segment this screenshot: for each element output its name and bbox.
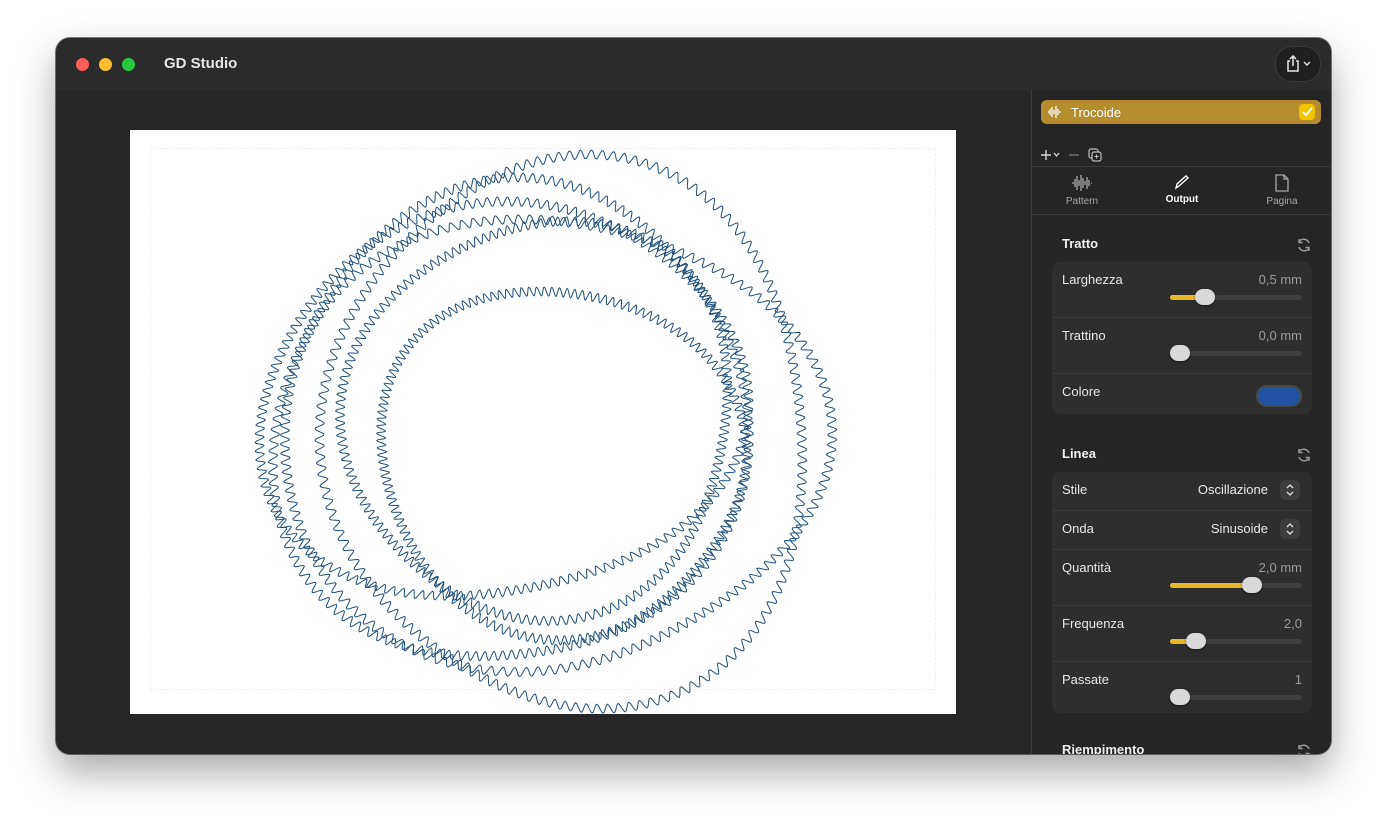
frequenza-slider[interactable] (1170, 633, 1302, 649)
reset-icon[interactable] (1296, 447, 1312, 463)
stile-select-value[interactable]: Oscillazione (1198, 482, 1268, 497)
larghezza-label: Larghezza (1062, 272, 1123, 287)
trochoid-drawing (254, 149, 838, 714)
stile-label: Stile (1062, 482, 1088, 497)
layer-visible-checkbox[interactable] (1299, 104, 1315, 120)
linea-group: Stile Oscillazione Onda Sinusoide Quanti… (1052, 472, 1312, 713)
divider (1032, 214, 1331, 215)
stile-popup-button[interactable] (1280, 480, 1300, 500)
trattino-label: Trattino (1062, 328, 1106, 343)
row-passate: Passate 1 (1052, 662, 1312, 717)
zoom-window-button[interactable] (122, 58, 135, 71)
inspector-sidebar: Trocoide Pattern Output Pagina Tratto La… (1031, 90, 1331, 754)
quantita-value: 2,0 mm (1258, 560, 1302, 575)
larghezza-value: 0,5 mm (1258, 272, 1302, 287)
section-header-tratto: Tratto (1062, 236, 1312, 254)
duplicate-layer-button[interactable] (1088, 148, 1102, 162)
frequenza-value: 2,0 (1283, 616, 1302, 631)
app-window: GD Studio Trocoide Pattern Output Pagina… (56, 38, 1331, 754)
add-layer-button[interactable] (1040, 149, 1060, 161)
close-window-button[interactable] (76, 58, 89, 71)
layer-name: Trocoide (1071, 104, 1122, 120)
row-trattino: Trattino 0,0 mm (1052, 318, 1312, 374)
share-icon (1287, 55, 1299, 72)
chevron-down-icon (1303, 61, 1311, 66)
title-bar: GD Studio (56, 38, 1331, 90)
divider (1032, 166, 1331, 167)
trochoid-ring-4 (334, 216, 733, 627)
larghezza-slider[interactable] (1170, 289, 1302, 305)
row-colore: Colore (1052, 374, 1312, 412)
inspector-tabs: Pattern Output Pagina (1032, 172, 1331, 214)
slider-knob[interactable] (1194, 289, 1215, 305)
trattino-slider[interactable] (1170, 345, 1302, 361)
chevron-up-down-icon (1286, 523, 1294, 535)
trattino-value: 0,0 mm (1258, 328, 1302, 343)
minimize-window-button[interactable] (99, 58, 112, 71)
onda-label: Onda (1062, 521, 1094, 536)
remove-layer-button[interactable] (1068, 149, 1080, 161)
tab-pagina[interactable]: Pagina (1232, 172, 1331, 214)
window-title: GD Studio (164, 55, 238, 72)
layer-row-trocoide[interactable]: Trocoide (1041, 100, 1321, 124)
quantita-label: Quantità (1062, 560, 1112, 575)
layer-toolbar (1040, 146, 1102, 164)
slider-fill (1170, 583, 1252, 588)
tab-label: Output (1165, 194, 1199, 205)
section-title: Linea (1062, 446, 1096, 461)
row-quantita: Quantità 2,0 mm (1052, 550, 1312, 606)
row-frequenza: Frequenza 2,0 (1052, 606, 1312, 662)
tab-label: Pattern (1065, 196, 1099, 207)
stroke-color-well[interactable] (1256, 385, 1302, 407)
waveform-icon (1048, 106, 1061, 118)
passate-slider[interactable] (1170, 689, 1302, 705)
row-stile: Stile Oscillazione (1052, 472, 1312, 511)
frequenza-label: Frequenza (1062, 616, 1125, 631)
row-larghezza: Larghezza 0,5 mm (1052, 262, 1312, 318)
reset-icon[interactable] (1296, 743, 1312, 754)
quantita-slider[interactable] (1170, 577, 1302, 593)
chevron-up-down-icon (1286, 484, 1294, 496)
section-header-linea: Linea (1062, 446, 1312, 464)
slider-knob[interactable] (1185, 633, 1206, 649)
section-title: Riempimento (1062, 742, 1145, 754)
slider-knob[interactable] (1241, 577, 1262, 593)
passate-value: 1 (1294, 672, 1302, 687)
tab-label: Pagina (1266, 196, 1298, 207)
reset-icon[interactable] (1296, 237, 1312, 253)
onda-popup-button[interactable] (1280, 519, 1300, 539)
trochoid-ring-3 (279, 214, 838, 677)
colore-label: Colore (1062, 384, 1101, 399)
onda-select-value[interactable]: Sinusoide (1211, 521, 1268, 536)
tab-output[interactable]: Output (1132, 172, 1232, 214)
slider-knob[interactable] (1170, 689, 1190, 705)
pencil-icon (1174, 175, 1190, 190)
slider-knob[interactable] (1170, 345, 1190, 361)
share-button[interactable] (1275, 46, 1321, 82)
paper-page[interactable] (130, 130, 956, 714)
section-header-riempimento: Riempimento (1062, 742, 1312, 754)
trochoid-ring-6 (314, 149, 808, 714)
passate-label: Passate (1062, 672, 1109, 687)
checkmark-icon (1301, 107, 1313, 117)
document-icon (1275, 174, 1289, 192)
section-title: Tratto (1062, 236, 1099, 251)
tratto-group: Larghezza 0,5 mm Trattino 0,0 mm Colore (1052, 262, 1312, 414)
tab-pattern[interactable]: Pattern (1032, 172, 1132, 214)
row-onda: Onda Sinusoide (1052, 511, 1312, 550)
canvas-area[interactable] (56, 90, 1031, 754)
waveform-icon (1072, 175, 1092, 191)
